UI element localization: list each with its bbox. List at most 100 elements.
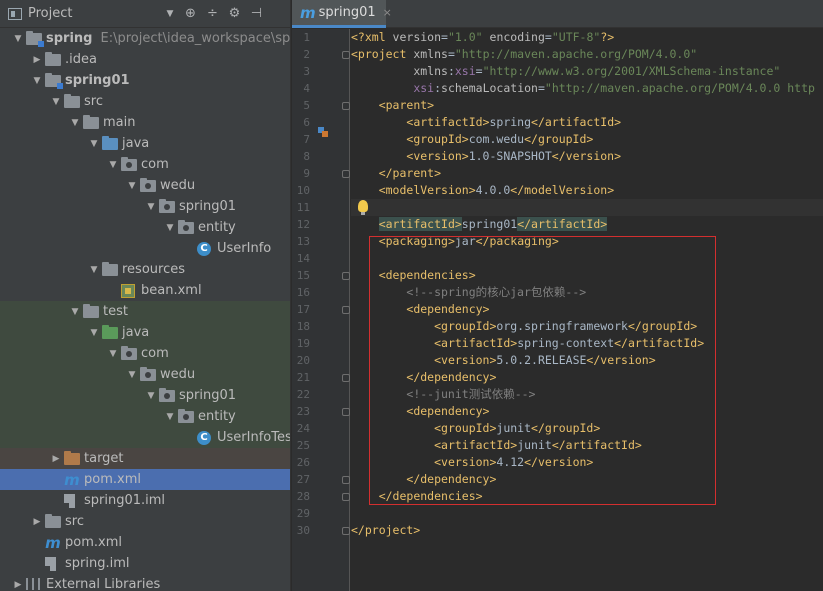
code-line[interactable]: <artifactId>junit</artifactId> bbox=[351, 437, 823, 454]
tree-item[interactable]: ▼ src bbox=[0, 91, 290, 112]
tree-item[interactable]: C UserInfo bbox=[0, 238, 290, 259]
fold-marker-icon[interactable] bbox=[342, 475, 350, 484]
expand-arrow-icon[interactable]: ▼ bbox=[29, 76, 45, 86]
fold-marker-icon[interactable] bbox=[342, 50, 350, 59]
fold-marker-icon[interactable] bbox=[342, 169, 350, 178]
code-line[interactable]: </dependencies> bbox=[351, 488, 823, 505]
expand-arrow-icon[interactable]: ▼ bbox=[124, 370, 140, 380]
tree-item[interactable]: ▶ target bbox=[0, 448, 290, 469]
tree-item[interactable]: C UserInfoTest bbox=[0, 427, 290, 448]
tree-item[interactable]: ▼ spring E:\project\idea_workspace\spring bbox=[0, 28, 290, 49]
code-line[interactable] bbox=[351, 199, 823, 216]
tree-item[interactable]: ▼ java bbox=[0, 133, 290, 154]
tree-item[interactable]: ▶ External Libraries bbox=[0, 574, 290, 591]
code-line[interactable]: <!--junit测试依赖--> bbox=[351, 386, 823, 403]
fold-marker-icon[interactable] bbox=[342, 526, 350, 535]
code-line[interactable]: <artifactId>spring01</artifactId> bbox=[351, 216, 823, 233]
tree-item[interactable]: spring.iml bbox=[0, 553, 290, 574]
code-line[interactable]: <modelVersion>4.0.0</modelVersion> bbox=[351, 182, 823, 199]
tree-item[interactable]: ▼ wedu bbox=[0, 364, 290, 385]
code-line[interactable]: xsi:schemaLocation="http://maven.apache.… bbox=[351, 80, 823, 97]
fold-marker-icon[interactable] bbox=[342, 407, 350, 416]
expand-arrow-icon[interactable]: ▼ bbox=[143, 391, 159, 401]
expand-arrow-icon[interactable]: ▼ bbox=[86, 265, 102, 275]
tree-item[interactable]: ▼ java bbox=[0, 322, 290, 343]
expand-arrow-icon[interactable]: ▼ bbox=[162, 412, 178, 422]
code-line[interactable]: <packaging>jar</packaging> bbox=[351, 233, 823, 250]
tree-item[interactable]: ▼ test bbox=[0, 301, 290, 322]
expand-arrow-icon[interactable]: ▼ bbox=[67, 118, 83, 128]
fold-marker-icon[interactable] bbox=[342, 305, 350, 314]
code-line[interactable]: xmlns:xsi="http://www.w3.org/2001/XMLSch… bbox=[351, 63, 823, 80]
code-line[interactable]: <groupId>junit</groupId> bbox=[351, 420, 823, 437]
code-line[interactable] bbox=[351, 250, 823, 267]
chevron-down-icon[interactable]: ▼ bbox=[166, 9, 173, 19]
collapse-arrow-icon[interactable]: ▶ bbox=[29, 55, 45, 65]
tree-item[interactable]: ▼ entity bbox=[0, 406, 290, 427]
code-line[interactable]: <groupId>org.springframework</groupId> bbox=[351, 318, 823, 335]
code-line[interactable]: <dependency> bbox=[351, 403, 823, 420]
collapse-arrow-icon[interactable]: ▶ bbox=[10, 580, 26, 590]
expand-arrow-icon[interactable]: ▼ bbox=[48, 97, 64, 107]
code-line[interactable]: <project xmlns="http://maven.apache.org/… bbox=[351, 46, 823, 63]
settings-gear-icon[interactable]: ⚙ bbox=[227, 6, 241, 21]
code-line[interactable]: <artifactId>spring-context</artifactId> bbox=[351, 335, 823, 352]
expand-arrow-icon[interactable]: ▼ bbox=[105, 349, 121, 359]
tree-item[interactable]: bean.xml bbox=[0, 280, 290, 301]
tree-item[interactable]: ▼ spring01 bbox=[0, 385, 290, 406]
code-line[interactable]: <version>5.0.2.RELEASE</version> bbox=[351, 352, 823, 369]
code-line[interactable]: <!--spring的核心jar包依赖--> bbox=[351, 284, 823, 301]
collapse-all-icon[interactable]: ÷ bbox=[205, 6, 219, 21]
code-line[interactable]: </parent> bbox=[351, 165, 823, 182]
panel-splitter[interactable] bbox=[290, 0, 291, 591]
code-line[interactable]: </project> bbox=[351, 522, 823, 539]
expand-arrow-icon[interactable]: ▼ bbox=[86, 139, 102, 149]
code-line[interactable]: <dependencies> bbox=[351, 267, 823, 284]
code-line[interactable]: <dependency> bbox=[351, 301, 823, 318]
tree-item[interactable]: ▼ com bbox=[0, 343, 290, 364]
expand-arrow-icon[interactable]: ▼ bbox=[105, 160, 121, 170]
expand-arrow-icon[interactable]: ▼ bbox=[124, 181, 140, 191]
tree-item[interactable]: ▼ com bbox=[0, 154, 290, 175]
tree-item[interactable]: ▼ spring01 bbox=[0, 196, 290, 217]
expand-arrow-icon[interactable]: ▼ bbox=[143, 202, 159, 212]
code-line[interactable]: <version>4.12</version> bbox=[351, 454, 823, 471]
code-area[interactable]: <?xml version="1.0" encoding="UTF-8"?> <p… bbox=[351, 29, 823, 591]
code-line[interactable]: <?xml version="1.0" encoding="UTF-8"?> bbox=[351, 29, 823, 46]
expand-arrow-icon[interactable]: ▼ bbox=[162, 223, 178, 233]
tab-pom-xml[interactable]: m spring01 × bbox=[292, 0, 392, 28]
tree-item[interactable]: ▼ wedu bbox=[0, 175, 290, 196]
tree-item[interactable]: ▼ spring01 bbox=[0, 70, 290, 91]
scroll-from-source-icon[interactable]: ⊕ bbox=[183, 6, 197, 21]
tree-item[interactable]: ▶ src bbox=[0, 511, 290, 532]
code-token: <packaging> bbox=[378, 234, 455, 248]
code-line[interactable]: <groupId>com.wedu</groupId> bbox=[351, 131, 823, 148]
line-number: 13 bbox=[296, 235, 310, 248]
expand-arrow-icon[interactable]: ▼ bbox=[67, 307, 83, 317]
collapse-arrow-icon[interactable]: ▶ bbox=[29, 517, 45, 527]
fold-marker-icon[interactable] bbox=[342, 373, 350, 382]
tree-item[interactable]: m pom.xml bbox=[0, 469, 290, 490]
tree-item[interactable]: ▼ entity bbox=[0, 217, 290, 238]
tree-item[interactable]: ▼ resources bbox=[0, 259, 290, 280]
tree-item[interactable]: ▼ main bbox=[0, 112, 290, 133]
expand-arrow-icon[interactable]: ▼ bbox=[10, 34, 26, 44]
close-icon[interactable]: × bbox=[383, 6, 392, 19]
lightbulb-icon[interactable] bbox=[358, 200, 368, 215]
code-line[interactable] bbox=[351, 505, 823, 522]
collapse-arrow-icon[interactable]: ▶ bbox=[48, 454, 64, 464]
expand-arrow-icon[interactable]: ▼ bbox=[86, 328, 102, 338]
code-line[interactable]: <parent> bbox=[351, 97, 823, 114]
code-line[interactable]: <version>1.0-SNAPSHOT</version> bbox=[351, 148, 823, 165]
fold-marker-icon[interactable] bbox=[342, 271, 350, 280]
fold-marker-icon[interactable] bbox=[342, 101, 350, 110]
code-line[interactable]: </dependency> bbox=[351, 471, 823, 488]
code-line[interactable]: <artifactId>spring</artifactId> bbox=[351, 114, 823, 131]
tree-item[interactable]: spring01.iml bbox=[0, 490, 290, 511]
tree-item[interactable]: m pom.xml bbox=[0, 532, 290, 553]
fold-marker-icon[interactable] bbox=[342, 492, 350, 501]
project-panel-title[interactable]: Project bbox=[28, 6, 72, 21]
tree-item[interactable]: ▶ .idea bbox=[0, 49, 290, 70]
hide-panel-icon[interactable]: ⊣ bbox=[249, 6, 263, 21]
code-line[interactable]: </dependency> bbox=[351, 369, 823, 386]
